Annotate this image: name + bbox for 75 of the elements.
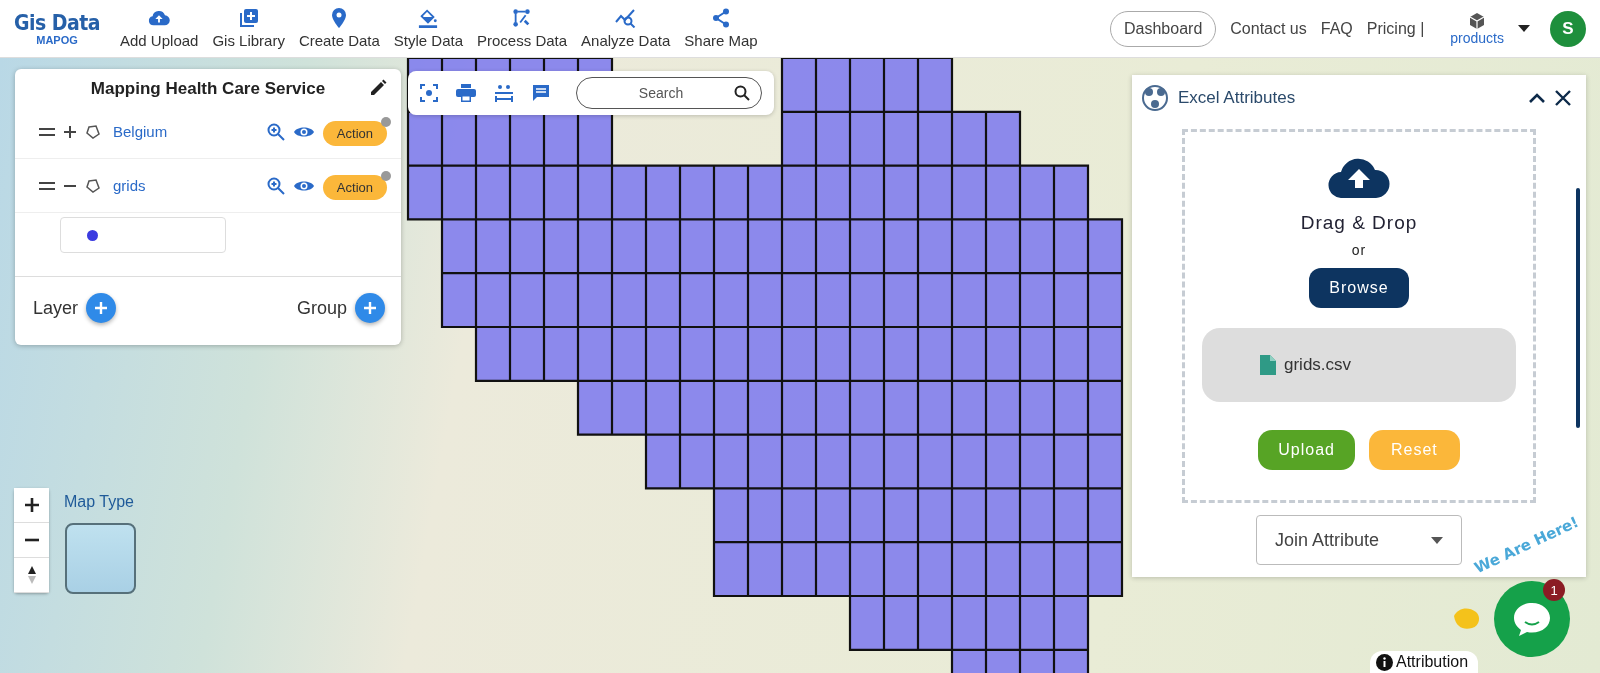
- or-text: or: [1351, 242, 1367, 258]
- nav-item[interactable]: Analyze Data: [581, 8, 671, 49]
- drag-drop-text: Drag & Drop: [1300, 212, 1418, 234]
- status-dot: [381, 171, 391, 181]
- map-type-label: Map Type: [64, 493, 134, 511]
- cloud-upload-icon: [148, 8, 171, 28]
- zoom-out-button[interactable]: [14, 523, 49, 558]
- header-link[interactable]: FAQ: [1320, 19, 1353, 38]
- logo-title[interactable]: Gis Data: [14, 11, 100, 34]
- plus-icon: [363, 301, 377, 315]
- header-link[interactable]: Pricing |: [1366, 19, 1425, 38]
- join-attribute-dropdown[interactable]: Join Attribute: [1256, 515, 1462, 565]
- add-group-label: Group: [296, 297, 347, 319]
- status-dot: [381, 117, 391, 127]
- zoom-in-icon[interactable]: [266, 122, 285, 141]
- logo-subtitle: MAPOG: [36, 33, 78, 46]
- add-library-icon: [238, 8, 259, 28]
- browse-button[interactable]: Browse: [1309, 268, 1409, 308]
- drop-zone[interactable]: Drag & Drop or Browse grids.csv Upload Reset: [1182, 129, 1536, 503]
- pencil-icon[interactable]: [369, 79, 387, 97]
- file-icon: [1260, 355, 1276, 375]
- comment-icon[interactable]: [532, 84, 550, 102]
- zoom-in-button[interactable]: [14, 488, 49, 523]
- compass-button[interactable]: [14, 558, 49, 593]
- cube-icon: [1468, 11, 1487, 30]
- zoom-in-icon[interactable]: [266, 176, 285, 195]
- add-group-button[interactable]: [355, 293, 385, 323]
- info-icon[interactable]: [1376, 653, 1393, 671]
- nav-item[interactable]: Gis Library: [212, 8, 285, 49]
- header-link[interactable]: Contact us: [1230, 19, 1307, 38]
- measure-icon[interactable]: [494, 84, 514, 102]
- close-icon[interactable]: [1554, 89, 1572, 107]
- products-menu[interactable]: products: [1450, 29, 1504, 46]
- add-layer-label: Layer: [33, 297, 79, 319]
- layer-name[interactable]: grids: [113, 177, 146, 194]
- dashboard-button[interactable]: Dashboard: [1110, 10, 1217, 47]
- map-type-thumbnail[interactable]: [65, 523, 136, 594]
- add-layer-button[interactable]: [86, 293, 117, 323]
- action-button[interactable]: Action: [322, 175, 387, 200]
- plus-icon: [94, 301, 109, 315]
- file-name: grids.csv: [1284, 355, 1352, 375]
- user-avatar[interactable]: S: [1550, 10, 1586, 47]
- analyze-chart-icon: [614, 8, 637, 28]
- share-icon: [712, 8, 730, 28]
- caret-icon: [1431, 536, 1443, 544]
- search-field[interactable]: Search: [576, 77, 762, 109]
- polygon-icon: [85, 123, 101, 140]
- print-icon[interactable]: [456, 84, 476, 102]
- nav-item[interactable]: Share Map: [684, 8, 758, 49]
- polygon-icon: [85, 177, 101, 194]
- nav-item[interactable]: Add Upload: [120, 8, 199, 49]
- drag-handle-icon[interactable]: [39, 126, 55, 137]
- nav-item[interactable]: Process Data: [477, 8, 568, 49]
- panel-title: Mapping Health Care Service: [90, 79, 326, 99]
- nav-item[interactable]: Create Data: [298, 8, 380, 49]
- paint-bucket-icon: [417, 8, 440, 28]
- cloud-upload-icon: [1328, 158, 1390, 198]
- layer-name[interactable]: Belgium: [113, 123, 168, 140]
- chevron-up-icon[interactable]: [1528, 92, 1546, 104]
- minus-icon: [24, 538, 39, 542]
- location-pin-icon: [331, 8, 348, 28]
- point-symbol-icon: [87, 229, 98, 241]
- nav-item[interactable]: Style Data: [393, 8, 464, 49]
- plus-icon[interactable]: [63, 124, 77, 139]
- drag-handle-icon[interactable]: [39, 180, 55, 191]
- action-button[interactable]: Action: [322, 121, 387, 146]
- north-arrow-icon: [26, 565, 37, 585]
- panel-title: Excel Attributes: [1178, 88, 1297, 108]
- plus-icon: [24, 498, 39, 512]
- search-icon[interactable]: [734, 85, 750, 101]
- network-icon: [1140, 83, 1170, 113]
- speech-bubble-icon: [1512, 601, 1552, 637]
- focus-icon[interactable]: [420, 84, 438, 102]
- caret-icon[interactable]: [1518, 24, 1530, 33]
- scrollbar[interactable]: [1576, 188, 1580, 428]
